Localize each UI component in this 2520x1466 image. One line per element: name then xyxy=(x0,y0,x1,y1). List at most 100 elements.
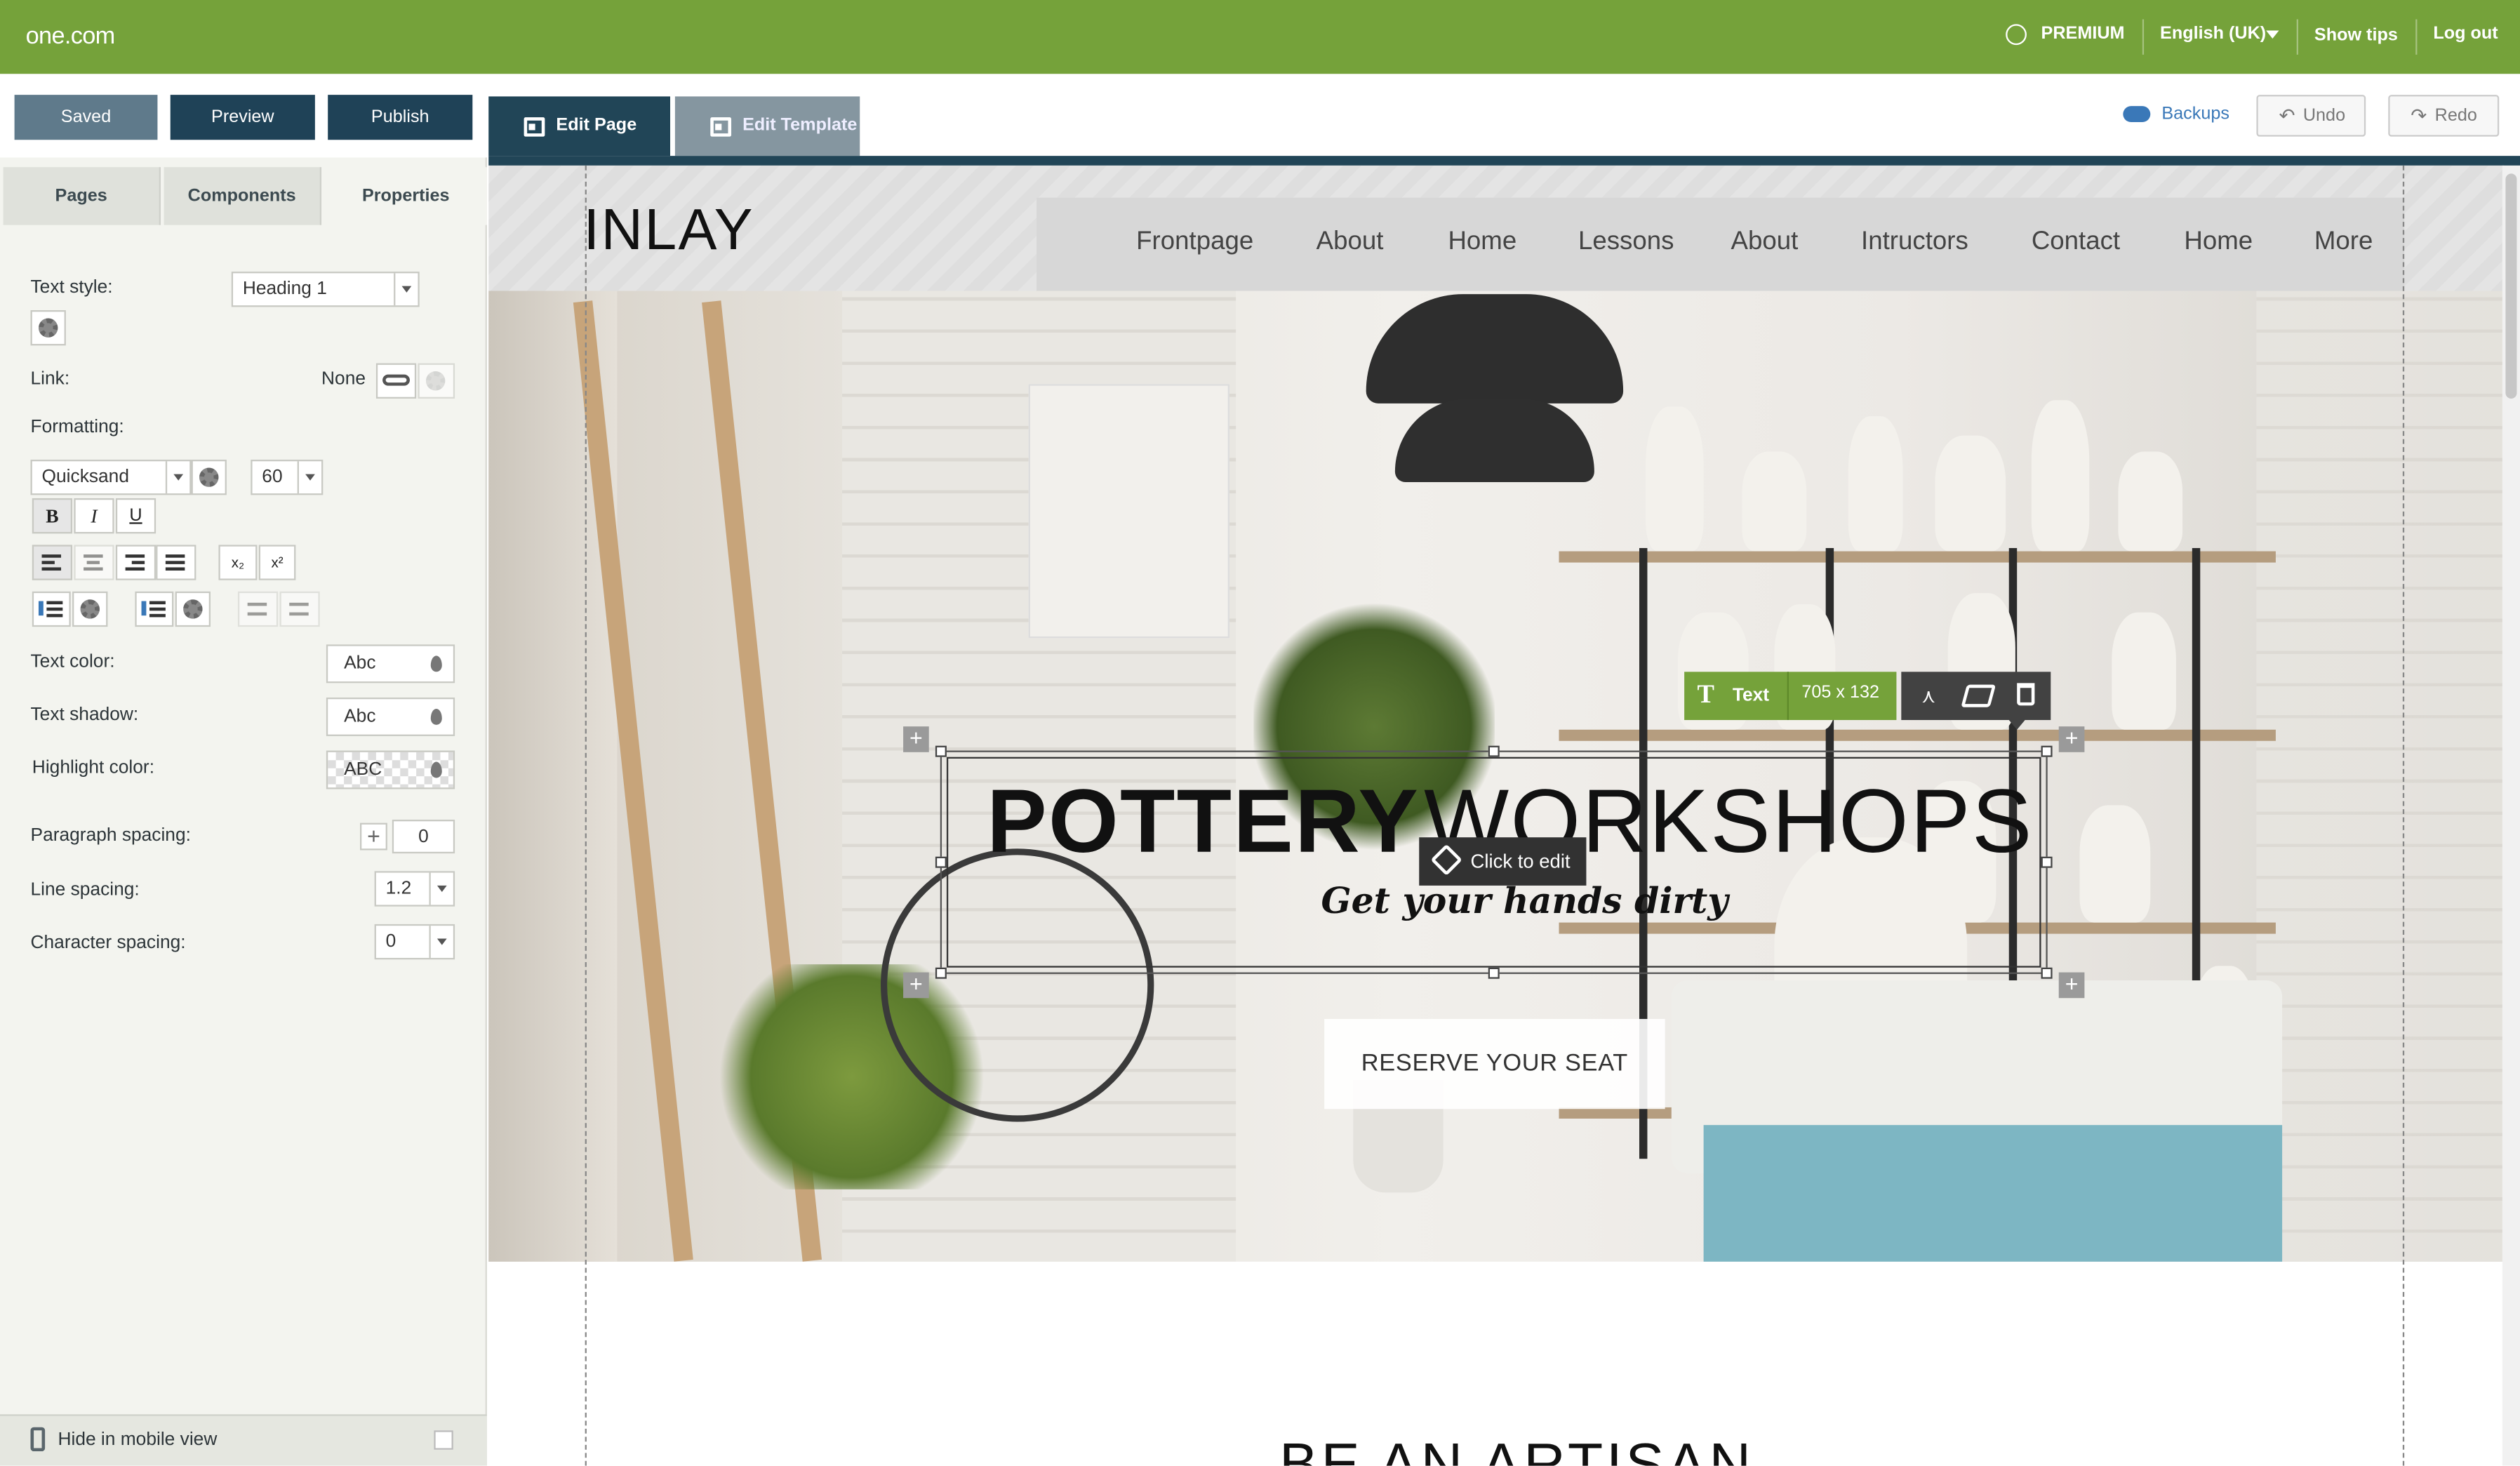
character-spacing-value: 0 xyxy=(385,932,396,952)
align-right-button[interactable] xyxy=(115,545,156,580)
align-justify-button[interactable] xyxy=(156,545,196,580)
indent-button[interactable] xyxy=(279,591,320,627)
ordered-list-settings-button[interactable] xyxy=(72,591,108,627)
premium-badge: PREMIUM xyxy=(2041,24,2125,44)
tab-pages[interactable]: Pages xyxy=(3,167,161,225)
line-spacing-select[interactable]: 1.2 xyxy=(374,871,455,907)
outdent-button[interactable] xyxy=(237,591,279,627)
add-element-button[interactable]: + xyxy=(903,726,929,752)
shelf xyxy=(1559,551,2276,563)
link-settings-button[interactable] xyxy=(418,363,455,399)
hide-mobile-checkbox[interactable] xyxy=(434,1430,453,1450)
tab-properties[interactable]: Properties xyxy=(324,167,487,225)
resize-handle[interactable] xyxy=(1488,967,1500,979)
mobile-icon xyxy=(30,1427,46,1452)
redo-label: Redo xyxy=(2434,106,2477,126)
font-size-select[interactable]: 60 xyxy=(251,459,324,495)
highlight-color-label: Highlight color: xyxy=(32,758,155,778)
link-value: None xyxy=(321,369,366,389)
font-select[interactable]: Quicksand xyxy=(30,459,192,495)
resize-handle[interactable] xyxy=(935,856,947,868)
resize-handle[interactable] xyxy=(1488,745,1500,757)
chevron-down-icon xyxy=(165,461,189,494)
text-color-picker[interactable]: Abc xyxy=(326,644,455,684)
align-center-button[interactable] xyxy=(74,545,114,580)
app-logo[interactable]: one.com xyxy=(26,22,116,50)
nav-item-lessons[interactable]: Lessons xyxy=(1578,228,1674,257)
nav-item-frontpage[interactable]: Frontpage xyxy=(1136,228,1253,257)
text-style-settings-button[interactable] xyxy=(30,310,66,346)
resize-handle[interactable] xyxy=(935,745,947,757)
hero-subtitle: Get your hands dirty xyxy=(1321,881,1728,923)
tab-edit-page[interactable]: Edit Page xyxy=(488,96,671,156)
chevron-down-icon xyxy=(394,273,418,306)
layers-icon[interactable] xyxy=(1961,684,1996,707)
ordered-list-button[interactable] xyxy=(32,591,71,627)
text-style-select[interactable]: Heading 1 xyxy=(231,272,420,307)
vase xyxy=(1935,435,2006,552)
nav-item-contact[interactable]: Contact xyxy=(2032,228,2120,257)
nav-item-home[interactable]: Home xyxy=(1448,228,1516,257)
nav-item-more[interactable]: More xyxy=(2314,228,2373,257)
arrange-icon[interactable]: ⋏ xyxy=(1916,685,1942,707)
undo-button[interactable]: ↶ Undo xyxy=(2256,95,2366,137)
vase xyxy=(2031,400,2090,552)
text-type-icon: T xyxy=(1697,681,1714,709)
tab-edit-template[interactable]: Edit Template xyxy=(674,96,860,156)
backups-link[interactable]: Backups xyxy=(2161,105,2229,124)
properties-panel xyxy=(0,157,487,1466)
bulleted-list-settings-button[interactable] xyxy=(175,591,211,627)
section-heading: BE AN ARTISAN xyxy=(1279,1430,1754,1466)
show-tips-link[interactable]: Show tips xyxy=(2314,26,2398,45)
vase xyxy=(2118,451,2183,552)
line-spacing-label: Line spacing: xyxy=(30,881,140,900)
resize-handle[interactable] xyxy=(935,967,947,979)
nav-item-home-2[interactable]: Home xyxy=(2184,228,2253,257)
publish-button[interactable]: Publish xyxy=(328,95,473,140)
plus-icon: + xyxy=(909,971,923,997)
cloud-icon[interactable] xyxy=(2123,106,2151,123)
add-element-button[interactable]: + xyxy=(903,971,929,999)
italic-button[interactable]: I xyxy=(74,498,114,534)
link-icon xyxy=(382,374,411,386)
character-spacing-label: Character spacing: xyxy=(30,933,186,954)
paragraph-spacing-add-button[interactable]: + xyxy=(360,822,387,851)
scrollbar-thumb[interactable] xyxy=(2505,173,2517,399)
text-shadow-picker[interactable]: Abc xyxy=(326,697,455,736)
logout-link[interactable]: Log out xyxy=(2433,24,2498,43)
gear-icon xyxy=(425,371,446,391)
nav-item-about[interactable]: About xyxy=(1316,228,1384,257)
saved-button[interactable]: Saved xyxy=(14,95,158,140)
tab-components[interactable]: Components xyxy=(164,167,322,225)
add-element-button[interactable]: + xyxy=(2058,971,2085,999)
plus-icon: + xyxy=(909,724,923,751)
link-button[interactable] xyxy=(375,363,417,399)
nav-item-about-2[interactable]: About xyxy=(1731,228,1799,257)
superscript-button[interactable]: x² xyxy=(258,545,296,580)
highlight-color-picker[interactable]: ABC xyxy=(326,750,455,789)
nav-item-intructors[interactable]: Intructors xyxy=(1861,228,1968,257)
wall-painting xyxy=(1028,384,1230,639)
preview-button[interactable]: Preview xyxy=(170,95,315,140)
trash-icon[interactable] xyxy=(2017,683,2035,706)
align-left-button[interactable] xyxy=(32,545,73,580)
resize-handle[interactable] xyxy=(2041,745,2053,757)
bold-button[interactable]: B xyxy=(32,498,73,534)
resize-handle[interactable] xyxy=(2041,856,2053,868)
character-spacing-select[interactable]: 0 xyxy=(374,924,455,960)
language-selector[interactable]: English (UK) xyxy=(2160,24,2266,43)
font-size-value: 60 xyxy=(262,467,283,487)
underline-button[interactable]: U xyxy=(115,498,156,534)
font-settings-button[interactable] xyxy=(191,459,227,495)
paragraph-spacing-input[interactable]: 0 xyxy=(392,820,455,854)
bulleted-list-button[interactable] xyxy=(135,591,174,627)
resize-handle[interactable] xyxy=(2041,967,2053,979)
add-element-button[interactable]: + xyxy=(2058,726,2085,752)
reserve-seat-button[interactable]: RESERVE YOUR SEAT xyxy=(1324,1018,1665,1110)
chevron-down-icon xyxy=(429,872,453,905)
site-logo[interactable]: INLAY xyxy=(583,196,754,263)
layout-guide xyxy=(2402,165,2405,1466)
subscript-button[interactable]: x₂ xyxy=(218,545,258,580)
redo-button[interactable]: ↷ Redo xyxy=(2388,95,2500,137)
gear-icon xyxy=(80,599,100,619)
